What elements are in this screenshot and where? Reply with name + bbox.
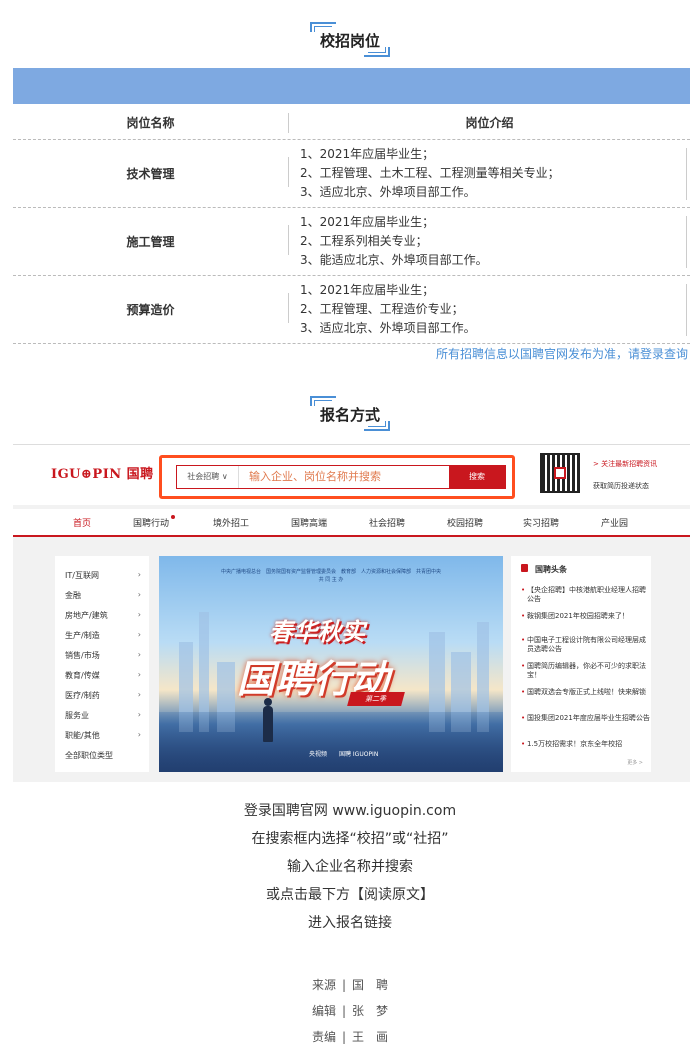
promo-banner[interactable]: 中央广播电视总台 国务院国有资产监督管理委员会 教育部 人力资源和社会保障部 共… <box>159 556 503 772</box>
news-item[interactable]: • 鞍钢集团2021年校园招聘来了！ <box>521 612 651 621</box>
table-header: 岗位名称 岗位介绍 <box>13 106 690 140</box>
category-item[interactable]: 职能/其他 › <box>65 730 141 741</box>
news-item[interactable]: • 国聘双选会专版正式上线啦！快来解锁 <box>521 688 651 697</box>
apply-steps: 登录国聘官网 www.iguopin.com 在搜索框内选择“校招”或“社招” … <box>0 797 700 937</box>
banner-season-badge: 第二季 <box>347 692 405 706</box>
qr-code-icon <box>540 453 580 493</box>
person-figure-icon <box>264 698 272 706</box>
desc-line: 1、2021年应届毕业生； <box>300 147 435 161</box>
search-highlight: 社会招聘 ∨ 输入企业、岗位名称并搜索 搜索 <box>159 455 515 499</box>
desc-line: 2、工程系列相关专业； <box>300 234 428 248</box>
position-name: 预算造价 <box>126 303 175 317</box>
new-dot-icon <box>171 515 175 519</box>
search-input[interactable]: 输入企业、岗位名称并搜索 <box>249 466 381 488</box>
step-line: 进入报名链接 <box>308 915 392 931</box>
category-item[interactable]: 服务业 › <box>65 710 141 721</box>
nav-intern[interactable]: 实习招聘 <box>523 516 559 529</box>
step-line: 登录国聘官网 www.iguopin.com <box>243 803 457 819</box>
desc-line: 1、2021年应届毕业生； <box>300 215 435 229</box>
table-row: 预算造价 1、2021年应届毕业生； 2、工程管理、工程造价专业； 3、适应北京… <box>13 276 690 344</box>
search-button[interactable]: 搜索 <box>449 466 505 488</box>
desc-line: 3、能适应北京、外埠项目部工作。 <box>300 253 488 267</box>
desc-line: 3、适应北京、外埠项目部工作。 <box>300 321 476 335</box>
position-desc: 1、2021年应届毕业生； 2、工程管理、工程造价专业； 3、适应北京、外埠项目… <box>288 281 690 338</box>
desc-line: 1、2021年应届毕业生； <box>300 283 435 297</box>
site-nav: 首页 国聘行动 境外招工 国聘高端 社会招聘 校园招聘 实习招聘 产业园 <box>13 509 690 537</box>
category-item[interactable]: 教育/传媒 › <box>65 670 141 681</box>
news-item[interactable]: • 中国电子工程设计院有限公司经理层成员选聘公告 <box>521 636 651 654</box>
banner-organizers: 中央广播电视总台 国务院国有资产监督管理委员会 教育部 人力资源和社会保障部 共… <box>220 569 441 575</box>
desc-line: 2、工程管理、工程造价专业； <box>300 302 464 316</box>
category-menu: IT/互联网 › 金融 › 房地产/建筑 › 生产/制造 › 销售/市场 › 教育/传媒 ›… <box>55 556 149 772</box>
banner-headline-1: 春华秋实 <box>269 618 365 646</box>
news-item[interactable]: • 国投集团2021年度应届毕业生招聘公告 <box>521 714 651 723</box>
credit-chief-editor: 责编 | 王 画 <box>311 1030 389 1044</box>
step-line: 输入企业名称并搜索 <box>287 859 413 875</box>
step-line: 在搜索框内选择“校招”或“社招” <box>251 831 449 847</box>
qr-caption-1: > 关注最新招聘资讯 <box>593 460 658 468</box>
position-name: 技术管理 <box>126 167 175 181</box>
job-table: 岗位名称 岗位介绍 技术管理 1、2021年应届毕业生； 2、工程管理、土木工程… <box>13 106 690 344</box>
iguopin-logo[interactable]: IGU⊕PIN 国聘 <box>51 463 154 482</box>
news-heading: 国聘头条 <box>535 565 567 574</box>
site-header: IGU⊕PIN 国聘 社会招聘 ∨ 输入企业、岗位名称并搜索 搜索 > 关注最新… <box>13 445 690 505</box>
search-type-select[interactable]: 社会招聘 ∨ <box>177 466 239 488</box>
news-more-link[interactable]: 更多 > <box>627 759 643 766</box>
blue-band <box>13 68 690 104</box>
credit-editor: 编辑 | 张 梦 <box>311 1004 389 1018</box>
site-screenshot: IGU⊕PIN 国聘 社会招聘 ∨ 输入企业、岗位名称并搜索 搜索 > 关注最新… <box>13 444 690 782</box>
category-item[interactable]: 房地产/建筑 › <box>65 610 141 621</box>
section-title-apply: 报名方式 <box>0 396 700 431</box>
news-flag-icon <box>521 564 528 572</box>
nav-overseas[interactable]: 境外招工 <box>213 516 249 529</box>
desc-line: 3、适应北京、外埠项目部工作。 <box>300 185 476 199</box>
header-position-name: 岗位名称 <box>126 116 175 130</box>
section-title-campus: 校招岗位 <box>0 22 700 57</box>
nav-guopin-action[interactable]: 国聘行动 <box>133 516 169 529</box>
news-item[interactable]: • 【央企招聘】中核港航职业经理人招聘公告 <box>521 586 651 604</box>
table-row: 技术管理 1、2021年应届毕业生； 2、工程管理、土木工程、工程测量等相关专业… <box>13 140 690 208</box>
category-item[interactable]: 医疗/制药 › <box>65 690 141 701</box>
news-item[interactable]: • 国聘简历编辑器，你必不可少的求职法宝！ <box>521 662 651 680</box>
position-desc: 1、2021年应届毕业生； 2、工程系列相关专业； 3、能适应北京、外埠项目部工… <box>288 213 690 270</box>
credits: 来源 | 国 聘 编辑 | 张 梦 责编 | 王 画 <box>0 972 700 1050</box>
nav-home[interactable]: 首页 <box>73 516 91 529</box>
desc-line: 2、工程管理、土木工程、工程测量等相关专业； <box>300 166 560 180</box>
banner-logos: 央视频 国聘 IGUOPIN <box>309 751 379 758</box>
category-item[interactable]: 销售/市场 › <box>65 650 141 661</box>
news-item[interactable]: • 1.5万校招需求！京东全年校招 <box>521 740 651 749</box>
table-row: 施工管理 1、2021年应届毕业生； 2、工程系列相关专业； 3、能适应北京、外… <box>13 208 690 276</box>
nav-industrial-park[interactable]: 产业园 <box>601 516 628 529</box>
category-item-all[interactable]: 全部职位类型 <box>65 750 141 761</box>
position-name: 施工管理 <box>126 235 175 249</box>
position-desc: 1、2021年应届毕业生； 2、工程管理、土木工程、工程测量等相关专业； 3、适… <box>288 145 690 202</box>
search-box: 社会招聘 ∨ 输入企业、岗位名称并搜索 搜索 <box>176 465 506 489</box>
headline-news: 国聘头条 • 【央企招聘】中核港航职业经理人招聘公告 • 鞍钢集团2021年校园招聘… <box>511 556 651 772</box>
banner-co-host: 共 同 主 办 <box>318 577 344 583</box>
qr-caption-2: 获取简历投递状态 <box>593 482 649 490</box>
category-item[interactable]: 生产/制造 › <box>65 630 141 641</box>
category-item[interactable]: IT/互联网 › <box>65 570 141 581</box>
category-item[interactable]: 金融 › <box>65 590 141 601</box>
step-line: 或点击最下方【阅读原文】 <box>266 887 434 903</box>
header-position-desc: 岗位介绍 <box>465 116 514 130</box>
nav-social[interactable]: 社会招聘 <box>369 516 405 529</box>
notice-text: 所有招聘信息以国聘官网发布为准，请登录查询 <box>435 347 688 361</box>
nav-campus[interactable]: 校园招聘 <box>447 516 483 529</box>
nav-high-end[interactable]: 国聘高端 <box>291 516 327 529</box>
credit-source: 来源 | 国 聘 <box>311 978 389 992</box>
